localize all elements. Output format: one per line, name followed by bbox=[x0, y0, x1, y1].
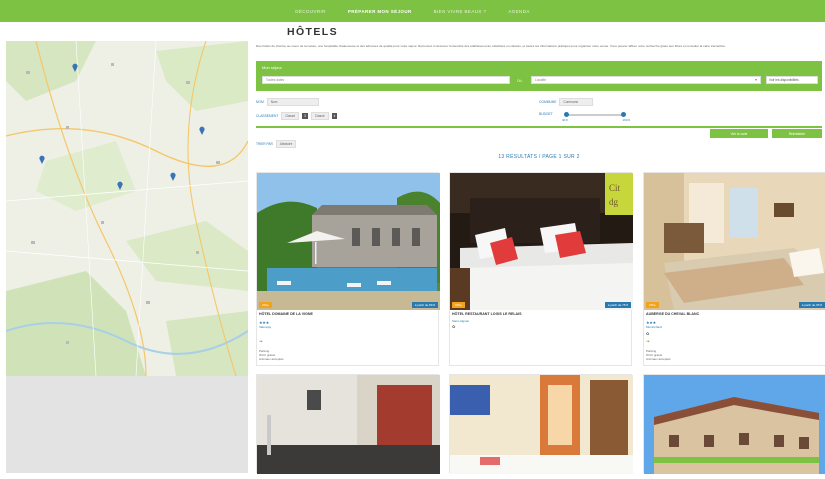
filter-budget-label: BUDGET bbox=[539, 112, 553, 116]
ranking-option-a[interactable]: Classé bbox=[281, 112, 300, 120]
map-pin-icon[interactable] bbox=[117, 181, 123, 190]
filter-commune: COMMUNE Commune bbox=[539, 98, 594, 106]
hotel-photo-room bbox=[257, 375, 440, 474]
sort-by-label: TRIER PAR bbox=[256, 142, 273, 146]
filter-name-label: NOM bbox=[256, 100, 264, 104]
map-pin-icon[interactable] bbox=[170, 172, 176, 181]
logo-text: dg bbox=[609, 197, 619, 207]
budget-min-value: 40 € bbox=[562, 118, 568, 122]
search-bar: Mon séjour Toutes dates Où Localité ▾ Vo… bbox=[256, 61, 822, 91]
offer-badge: Offre bbox=[646, 302, 659, 308]
hotel-name[interactable]: HÔTEL DOMAINE DE LA VIGNE bbox=[259, 312, 313, 316]
reset-button[interactable]: Réinitialiser bbox=[772, 129, 822, 138]
filter-name-input[interactable]: Nom bbox=[266, 98, 319, 106]
offer-badge: Offre bbox=[259, 302, 272, 308]
hotel-photo-room bbox=[644, 173, 825, 310]
filter-commune-label: COMMUNE bbox=[539, 100, 557, 104]
hotel-photo-bedroom bbox=[450, 375, 633, 474]
price-badge: à partir de 75 € bbox=[604, 302, 631, 308]
nav-item-live-well[interactable]: BIEN VIVRE BEAUX ? bbox=[434, 9, 487, 14]
location-label: Où bbox=[517, 79, 522, 83]
nav-item-prepare-stay[interactable]: PRÉPARER MON SÉJOUR bbox=[348, 9, 412, 14]
map-pin-icon[interactable] bbox=[39, 155, 45, 164]
filter-budget: BUDGET bbox=[539, 112, 553, 116]
pet-icon: ✿ bbox=[452, 324, 456, 329]
hotel-town[interactable]: Saint-Aignan bbox=[452, 319, 469, 323]
page-title: HÔTELS bbox=[287, 26, 338, 38]
map-button[interactable]: Voir la carte bbox=[710, 129, 768, 138]
hotel-town[interactable]: Montrichard bbox=[646, 325, 662, 329]
budget-values: 40 € 190 € bbox=[562, 118, 630, 122]
hotel-photo[interactable]: Cit dg Offre à partir de 75 € bbox=[450, 173, 633, 310]
hotel-card[interactable]: Offre à partir de 89 € HÔTEL DOMAINE DE … bbox=[256, 172, 440, 366]
leaf-icon: ❧ bbox=[259, 339, 264, 345]
hotel-photo-facade bbox=[644, 375, 825, 474]
offer-badge: Offre bbox=[452, 302, 465, 308]
hotel-card[interactable] bbox=[449, 374, 633, 474]
ranking-count-b: 4 bbox=[331, 113, 338, 119]
map[interactable] bbox=[6, 41, 248, 376]
nav-item-discover[interactable]: DÉCOUVRIR bbox=[295, 9, 326, 14]
hotel-photo-bedroom: Cit dg bbox=[450, 173, 633, 310]
budget-min-handle[interactable] bbox=[564, 112, 569, 117]
top-navigation: DÉCOUVRIR PRÉPARER MON SÉJOUR BIEN VIVRE… bbox=[0, 0, 825, 22]
filters: NOM Nom CLASSEMENT Classé 3 Classé 4 COM… bbox=[256, 96, 822, 122]
filter-name: NOM Nom bbox=[256, 98, 319, 106]
results-count: 13 RÉSULTATS / PAGE 1 SUR 2 bbox=[498, 154, 580, 160]
nav-item-agenda[interactable]: AGENDA bbox=[508, 9, 529, 14]
date-input[interactable]: Toutes dates bbox=[262, 76, 510, 84]
map-tiles bbox=[6, 41, 248, 376]
hotel-photo[interactable]: Offre à partir de 89 € bbox=[257, 173, 440, 310]
sort-by: TRIER PAR Aléatoire bbox=[256, 140, 297, 148]
budget-slider[interactable] bbox=[564, 112, 626, 117]
budget-max-handle[interactable] bbox=[621, 112, 626, 117]
hotel-card[interactable]: Offre à partir de 95 € AUBERGE DU CHEVAL… bbox=[643, 172, 825, 366]
hotel-photo-pool bbox=[257, 173, 440, 310]
logo-text: Cit bbox=[609, 183, 621, 193]
commune-select[interactable]: Commune bbox=[559, 98, 594, 106]
map-pin-icon[interactable] bbox=[199, 126, 205, 135]
hotel-amenity: Animaux acceptés bbox=[646, 357, 671, 361]
location-select[interactable]: Localité ▾ bbox=[531, 76, 761, 84]
price-badge: à partir de 89 € bbox=[411, 302, 438, 308]
hotel-name[interactable]: HÔTEL RESTAURANT LOGIS LE RELAIS bbox=[452, 312, 522, 316]
map-footer-area bbox=[6, 376, 248, 473]
filter-ranking: CLASSEMENT Classé 3 Classé 4 bbox=[256, 112, 338, 120]
budget-max-value: 190 € bbox=[622, 118, 630, 122]
hotel-card[interactable]: Cit dg Offre à partir de 75 € HÔTEL REST… bbox=[449, 172, 633, 366]
hotel-photo[interactable]: Offre à partir de 95 € bbox=[644, 173, 825, 310]
hotel-town[interactable]: Valençay bbox=[259, 325, 271, 329]
leaf-icon: ❧ bbox=[646, 339, 651, 345]
availability-button[interactable]: Voir les disponibilités bbox=[766, 76, 818, 84]
filters-divider bbox=[256, 126, 822, 128]
hotel-card[interactable] bbox=[256, 374, 440, 474]
ranking-option-b[interactable]: Classé bbox=[310, 112, 329, 120]
intro-text: Des hôtels de charme au coeur de la natu… bbox=[256, 44, 726, 48]
sort-by-select[interactable]: Aléatoire bbox=[275, 140, 297, 148]
chevron-down-icon: ▾ bbox=[754, 77, 757, 82]
filter-ranking-label: CLASSEMENT bbox=[256, 114, 279, 118]
hotel-name[interactable]: AUBERGE DU CHEVAL BLANC bbox=[646, 312, 699, 316]
location-select-value: Localité bbox=[535, 78, 546, 82]
map-pin-icon[interactable] bbox=[72, 63, 78, 72]
hotel-amenity: Animaux acceptés bbox=[259, 357, 284, 361]
ranking-count-a: 3 bbox=[302, 113, 308, 119]
hotel-card[interactable] bbox=[643, 374, 825, 474]
price-badge: à partir de 95 € bbox=[798, 302, 825, 308]
search-label: Mon séjour bbox=[262, 65, 282, 70]
pet-icon: ✿ bbox=[646, 331, 650, 336]
